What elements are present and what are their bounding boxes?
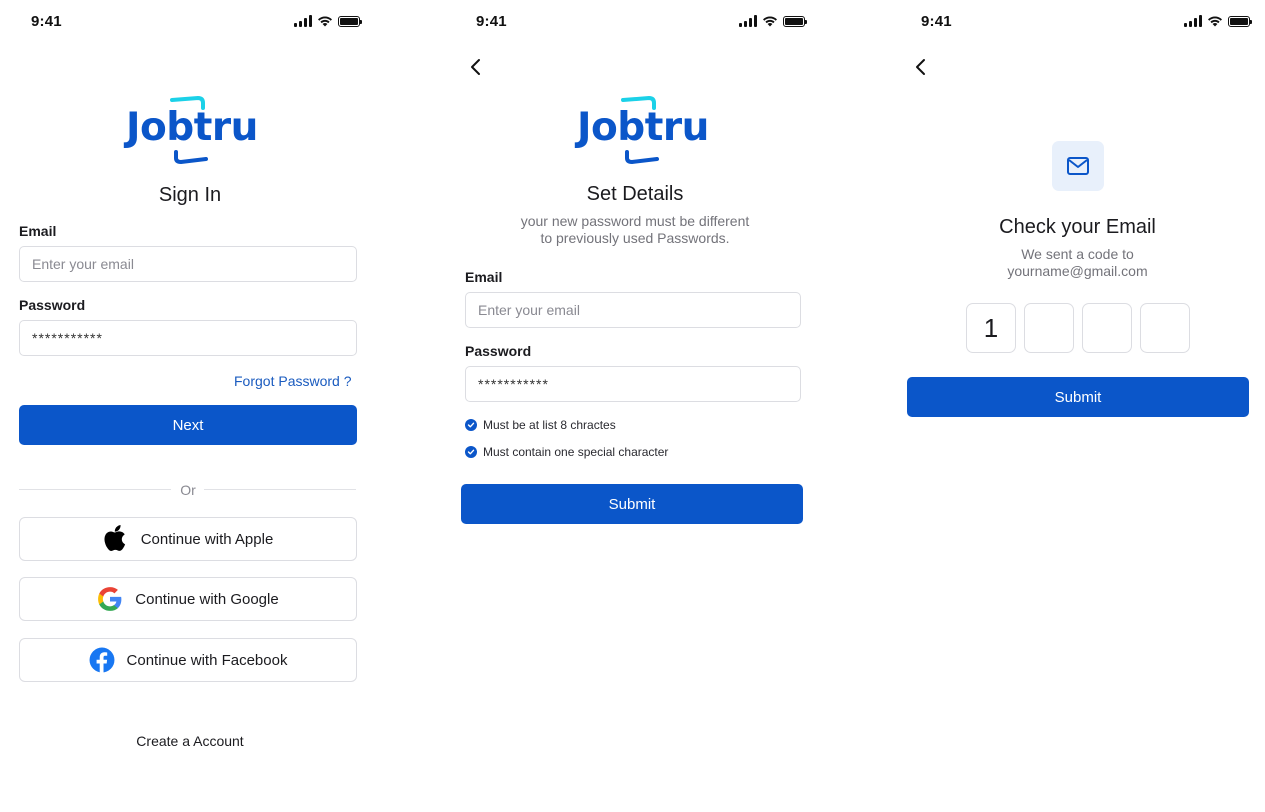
logo-text: Jobtru: [126, 105, 258, 150]
page-title: Check your Email: [999, 216, 1156, 238]
signal-icon: [294, 15, 312, 27]
social-button-label: Continue with Apple: [140, 530, 274, 548]
submit-button[interactable]: Submit: [907, 377, 1249, 417]
page-subtitle-line1: your new password must be different: [520, 213, 750, 229]
email-input[interactable]: [19, 246, 357, 282]
social-button-label: Continue with Google: [135, 590, 279, 608]
continue-with-google-button[interactable]: Continue with Google: [19, 577, 357, 621]
check-email-screen: 9:41 Check your Email We sent a code to …: [890, 0, 1265, 812]
status-time: 9:41: [31, 13, 62, 30]
logo-text: Jobtru: [577, 105, 709, 150]
social-button-label: Continue with Facebook: [126, 651, 288, 669]
or-text: Or: [180, 482, 196, 498]
rule-text: Must contain one special character: [483, 445, 669, 459]
back-chevron-icon[interactable]: [467, 58, 485, 76]
continue-with-facebook-button[interactable]: Continue with Facebook: [19, 638, 357, 682]
divider-right: [204, 489, 356, 490]
back-chevron-icon[interactable]: [912, 58, 930, 76]
otp-digit-1[interactable]: 1: [966, 303, 1016, 353]
page-title: Set Details: [586, 183, 684, 205]
password-label: Password: [465, 343, 532, 359]
battery-icon: [1228, 15, 1252, 27]
battery-icon: [338, 15, 362, 27]
password-rule-length: Must be at list 8 chractes: [465, 418, 616, 432]
password-input[interactable]: [465, 366, 801, 402]
page-subtitle-line1: We sent a code to: [1021, 246, 1134, 262]
divider-left: [19, 489, 171, 490]
page-subtitle-email: yourname@gmail.com: [1007, 263, 1148, 279]
email-label: Email: [465, 269, 503, 285]
wifi-icon: [318, 16, 332, 27]
mail-icon: [1067, 157, 1089, 175]
forgot-password-link[interactable]: Forgot Password ?: [234, 373, 352, 389]
password-rule-special: Must contain one special character: [465, 445, 668, 459]
otp-digit-3[interactable]: [1082, 303, 1132, 353]
signal-icon: [1184, 15, 1202, 27]
mail-icon-tile: [1052, 141, 1104, 191]
status-time: 9:41: [921, 13, 952, 30]
sign-in-screen: 9:41 Jobtru Sign In Email Password Forgo…: [0, 0, 380, 812]
status-icons: [1184, 15, 1252, 27]
email-input[interactable]: [465, 292, 801, 328]
wifi-icon: [763, 16, 777, 27]
continue-with-apple-button[interactable]: Continue with Apple: [19, 517, 357, 561]
rule-text: Must be at list 8 chractes: [483, 418, 616, 432]
signal-icon: [739, 15, 757, 27]
status-icons: [739, 15, 807, 27]
google-icon: [98, 587, 122, 611]
page-subtitle-line2: to previously used Passwords.: [540, 230, 730, 246]
status-icons: [294, 15, 362, 27]
check-circle-icon: [465, 419, 477, 431]
submit-button[interactable]: Submit: [461, 484, 803, 524]
facebook-icon: [89, 647, 114, 673]
create-account-link[interactable]: Create a Account: [0, 733, 380, 749]
wifi-icon: [1208, 16, 1222, 27]
battery-icon: [783, 15, 807, 27]
password-input[interactable]: [19, 320, 357, 356]
page-title: Sign In: [158, 184, 222, 206]
set-details-screen: 9:41 Jobtru Set Details your new passwor…: [445, 0, 825, 812]
apple-icon: [104, 525, 125, 551]
email-label: Email: [19, 223, 57, 239]
status-time: 9:41: [476, 13, 507, 30]
otp-digit-4[interactable]: [1140, 303, 1190, 353]
password-label: Password: [19, 297, 86, 313]
jobtru-logo: Jobtru: [577, 94, 709, 166]
check-circle-icon: [465, 446, 477, 458]
otp-digit-2[interactable]: [1024, 303, 1074, 353]
jobtru-logo: Jobtru: [126, 94, 258, 166]
next-button[interactable]: Next: [19, 405, 357, 445]
